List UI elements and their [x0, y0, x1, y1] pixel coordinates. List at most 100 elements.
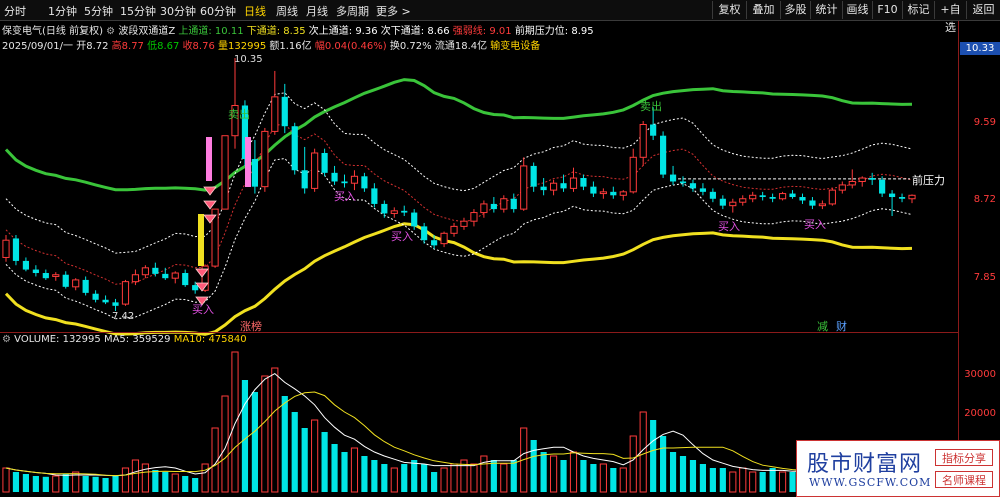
candle-body	[540, 186, 547, 191]
volume-bar	[549, 455, 558, 493]
volume-bar	[361, 456, 368, 492]
candle-body	[390, 210, 398, 214]
buy-signal: 买入	[391, 230, 413, 243]
volume-bar	[152, 470, 159, 492]
candle-body	[898, 197, 906, 199]
volume-bar	[759, 472, 766, 492]
volume-bar	[440, 467, 448, 493]
volume-bar	[470, 463, 478, 493]
volume-bar	[629, 435, 637, 493]
volume-bar	[261, 375, 269, 493]
candle-body	[401, 210, 408, 213]
prior-pressure-label: 前压力	[912, 174, 945, 187]
candle-body	[311, 152, 319, 189]
candle-body	[828, 189, 836, 205]
volume-bar	[729, 471, 737, 493]
candle-body	[709, 191, 716, 199]
volume-bar	[699, 464, 707, 492]
candle-body	[759, 195, 766, 198]
candle-body	[470, 212, 478, 222]
upper-band-line	[4, 78, 913, 192]
candle-body	[321, 152, 328, 173]
candle-body	[192, 285, 199, 291]
volume-bar	[709, 468, 716, 492]
volume-bar	[201, 463, 209, 493]
candle-body	[908, 194, 916, 200]
volume-bar	[789, 472, 796, 492]
candle-body	[152, 267, 159, 274]
candle-body	[141, 267, 149, 276]
volume-bar	[102, 478, 109, 492]
volume-bar	[431, 472, 438, 492]
candle-body	[381, 203, 388, 214]
volume-bar	[490, 460, 497, 492]
candle-body	[699, 188, 707, 192]
volume-bar	[411, 460, 418, 492]
strong-weak-line	[5, 123, 913, 285]
volume-bar	[162, 472, 169, 492]
volume-bar	[341, 452, 348, 492]
axis-separator	[958, 21, 959, 497]
candle-body	[261, 130, 269, 188]
volume-bar	[350, 447, 359, 493]
candle-body	[610, 191, 617, 196]
current-price-label: 10.33	[960, 42, 1000, 55]
signal-bar	[206, 137, 212, 181]
volume-bar	[769, 468, 776, 492]
panel-separator	[0, 332, 958, 333]
watermark-tag: 指标分享	[935, 449, 993, 466]
volume-ma5-line	[5, 372, 903, 477]
volume-bar	[371, 460, 378, 492]
volume-bar	[650, 420, 657, 492]
volume-bar	[301, 428, 308, 492]
volume-bar	[331, 444, 338, 492]
candle-body	[869, 178, 876, 180]
volume-bar	[689, 460, 697, 492]
volume-bar	[281, 396, 288, 492]
volume-bar	[679, 456, 687, 492]
buy-signal: 买入	[718, 220, 740, 233]
volume-bar	[62, 474, 69, 492]
candle-body	[171, 272, 179, 279]
volume-bar	[739, 467, 747, 493]
candle-body	[421, 226, 428, 241]
candle-body	[749, 194, 757, 200]
candle-body	[799, 197, 806, 201]
volume-bar	[669, 452, 677, 492]
candle-body	[858, 177, 866, 182]
kline-chart[interactable]	[0, 0, 1000, 497]
candle-body	[112, 302, 119, 306]
candle-body	[889, 193, 896, 198]
volume-bar	[82, 476, 89, 492]
volume-bar	[121, 467, 130, 493]
volume-bar	[112, 476, 119, 492]
candle-body	[2, 239, 10, 258]
candle-body	[639, 123, 647, 158]
volume-bar	[42, 476, 49, 492]
candle-body	[291, 126, 298, 171]
volume-bar	[401, 464, 408, 492]
candle-body	[650, 124, 657, 136]
buy-signal: 买入	[334, 190, 356, 203]
signal-bar	[198, 214, 204, 266]
candle-body	[679, 181, 687, 184]
volume-settings-icon[interactable]: ⚙	[2, 334, 11, 345]
candle-body	[121, 281, 130, 305]
candle-body	[848, 180, 856, 186]
candle-body	[778, 193, 787, 200]
buy-signal: 买入	[804, 218, 826, 231]
candle-body	[569, 177, 578, 189]
volume-bar	[500, 463, 508, 493]
volume-bar	[421, 464, 428, 492]
candle-body	[62, 274, 69, 287]
candle-body	[440, 232, 448, 245]
volume-bar	[52, 475, 60, 493]
candle-body	[131, 274, 140, 283]
candle-body	[82, 279, 89, 293]
candle-body	[480, 203, 488, 214]
candle-body	[92, 293, 99, 300]
volume-bar	[182, 476, 189, 492]
volume-bar	[599, 463, 607, 493]
volume-bar	[480, 455, 488, 493]
volume-bar	[540, 452, 547, 492]
